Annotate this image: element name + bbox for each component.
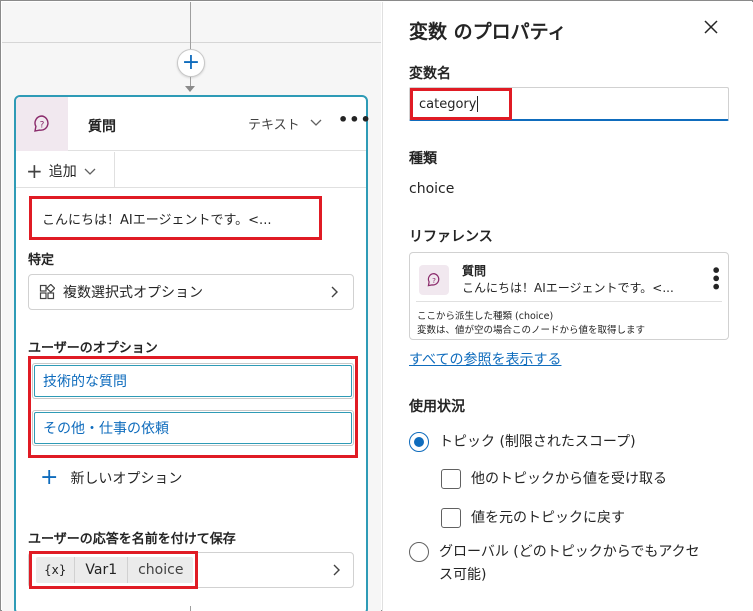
kind-value: choice (409, 181, 455, 197)
variable-chip[interactable]: {x} Var1 choice (36, 557, 194, 583)
panel-title: 変数 のプロパティ (409, 21, 567, 43)
return-values-checkbox[interactable] (441, 508, 461, 528)
receive-values-label: 他のトピックから値を受け取る (471, 471, 667, 487)
chevron-down-icon (84, 168, 96, 175)
plus-icon: + (40, 465, 59, 490)
chevron-down-icon[interactable] (309, 115, 323, 129)
reference-divider (416, 301, 722, 302)
flow-arrow-icon (185, 86, 195, 92)
flow-connector-top (190, 2, 191, 49)
kind-label: 種類 (409, 151, 437, 167)
variable-icon: {x} (36, 557, 76, 583)
new-option-button[interactable]: + 新しいオプション (40, 467, 182, 489)
variable-name: Var1 (75, 557, 129, 583)
add-button[interactable]: + 追加 (26, 159, 97, 183)
canvas-divider (2, 42, 381, 43)
text-cursor (477, 96, 479, 112)
return-values-label: 値を元のトピックに戻す (471, 510, 625, 526)
more-options-icon[interactable]: ••• (338, 110, 372, 129)
variable-name-value: category (419, 96, 477, 112)
reference-subtitle: こんにちは！AIエージェントです。<... (462, 281, 674, 295)
variable-type: choice (138, 562, 184, 578)
chevron-right-icon (333, 564, 340, 576)
show-all-references-link[interactable]: すべての参照を表示する (409, 349, 561, 369)
user-options-highlight: 技術的な質問 その他・仕事の依頼 (28, 356, 358, 458)
save-response-label: ユーザーの応答を名前を付けて保存 (28, 532, 236, 547)
question-node[interactable]: ? 質問 テキスト ••• + 追加 こんにちは！AIエージェントです。<...… (14, 95, 371, 611)
add-button-label: 追加 (48, 164, 77, 180)
reference-note: ここから派生した種類 (choice) (417, 311, 554, 322)
add-toolbar: + 追加 (16, 152, 366, 188)
option-item[interactable]: その他・仕事の依頼 (32, 410, 354, 446)
question-icon: ? (419, 265, 449, 295)
usage-label: 使用状況 (409, 399, 465, 415)
variable-name-highlight[interactable]: category (410, 88, 512, 120)
variable-highlight: {x} Var1 choice (29, 551, 198, 589)
global-scope-radio[interactable] (409, 542, 429, 562)
authoring-canvas: + ? 質問 テキスト ••• + 追加 こんにちは！AIエージェントです。<.… (2, 2, 381, 611)
message-text-box[interactable]: こんにちは！AIエージェントです。<... (29, 196, 322, 240)
identify-label: 特定 (28, 253, 55, 268)
variable-name-label: 変数名 (409, 66, 451, 82)
identify-select[interactable]: 複数選択式オプション (28, 274, 354, 310)
node-header: ? 質問 テキスト ••• (16, 97, 371, 151)
reference-note: 変数は、値が空の場合このノードから値を取得します (417, 325, 646, 336)
question-icon: ? (16, 97, 68, 151)
global-scope-label-cont: ス可能) (439, 567, 487, 583)
variable-properties-panel: 変数 のプロパティ 変数名 category 種類 choice リファレンス … (382, 2, 753, 611)
option-item[interactable]: 技術的な質問 (32, 363, 354, 399)
reference-card[interactable]: ? 質問 こんにちは！AIエージェントです。<... ••• ここから派生した種… (409, 252, 729, 340)
node-type-dropdown[interactable]: テキスト (248, 114, 300, 133)
multiple-choice-icon (39, 284, 55, 300)
new-option-label: 新しいオプション (70, 471, 183, 487)
close-icon[interactable] (701, 17, 721, 37)
plus-icon: + (26, 159, 43, 183)
node-title: 質問 (88, 119, 116, 135)
window-frame: + ? 質問 テキスト ••• + 追加 こんにちは！AIエージェントです。<.… (0, 0, 753, 611)
toolbar-divider (114, 152, 115, 188)
user-options-label: ユーザーのオプション (28, 341, 158, 356)
reference-title: 質問 (462, 264, 487, 278)
svg-text:?: ? (432, 276, 436, 285)
identify-select-value: 複数選択式オプション (63, 285, 203, 301)
svg-text:?: ? (40, 121, 45, 131)
receive-values-checkbox[interactable] (441, 469, 461, 489)
topic-scope-radio[interactable] (409, 432, 429, 452)
more-options-icon[interactable]: ••• (706, 265, 725, 290)
reference-label: リファレンス (409, 229, 493, 245)
flow-connector-bottom (190, 606, 191, 611)
global-scope-label: グローバル (どのトピックからでもアクセ (439, 544, 700, 560)
add-node-button[interactable]: + (177, 49, 205, 77)
topic-scope-label: トピック (制限されたスコープ) (439, 434, 636, 450)
chevron-right-icon (331, 286, 338, 298)
